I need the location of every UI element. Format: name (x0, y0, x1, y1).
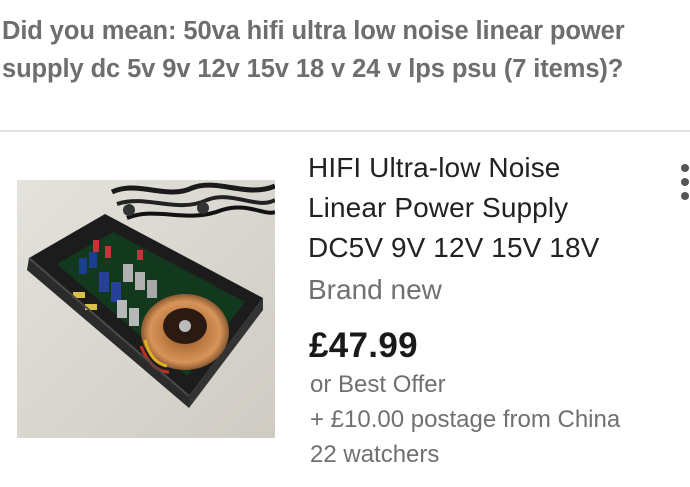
dot (681, 178, 689, 186)
item-price: £47.99 (309, 326, 418, 365)
dot (681, 192, 689, 200)
watchers-count: 22 watchers (310, 441, 440, 468)
product-image[interactable] (17, 180, 275, 438)
item-title-line[interactable]: Linear Power Supply (308, 188, 628, 228)
postage-info: + £10.00 postage from China (310, 406, 621, 433)
best-offer-label: or Best Offer (310, 371, 446, 398)
did-you-mean-suggestion[interactable]: Did you mean: 50va hifi ultra low noise … (2, 12, 690, 88)
dot (681, 164, 689, 172)
item-condition: Brand new (308, 274, 442, 305)
item-title-line[interactable]: HIFI Ultra-low Noise (308, 148, 628, 188)
item-title-line[interactable]: DC5V 9V 12V 15V 18V (308, 228, 628, 268)
suggestion-line-1[interactable]: Did you mean: 50va hifi ultra low noise … (2, 12, 690, 50)
suggestion-line-2[interactable]: supply dc 5v 9v 12v 15v 18 v 24 v lps ps… (2, 50, 690, 88)
vertical-ellipsis-icon[interactable] (676, 162, 690, 202)
search-result-item[interactable]: HIFI Ultra-low Noise Linear Power Supply… (0, 132, 690, 487)
item-title[interactable]: HIFI Ultra-low Noise Linear Power Supply… (308, 148, 628, 268)
